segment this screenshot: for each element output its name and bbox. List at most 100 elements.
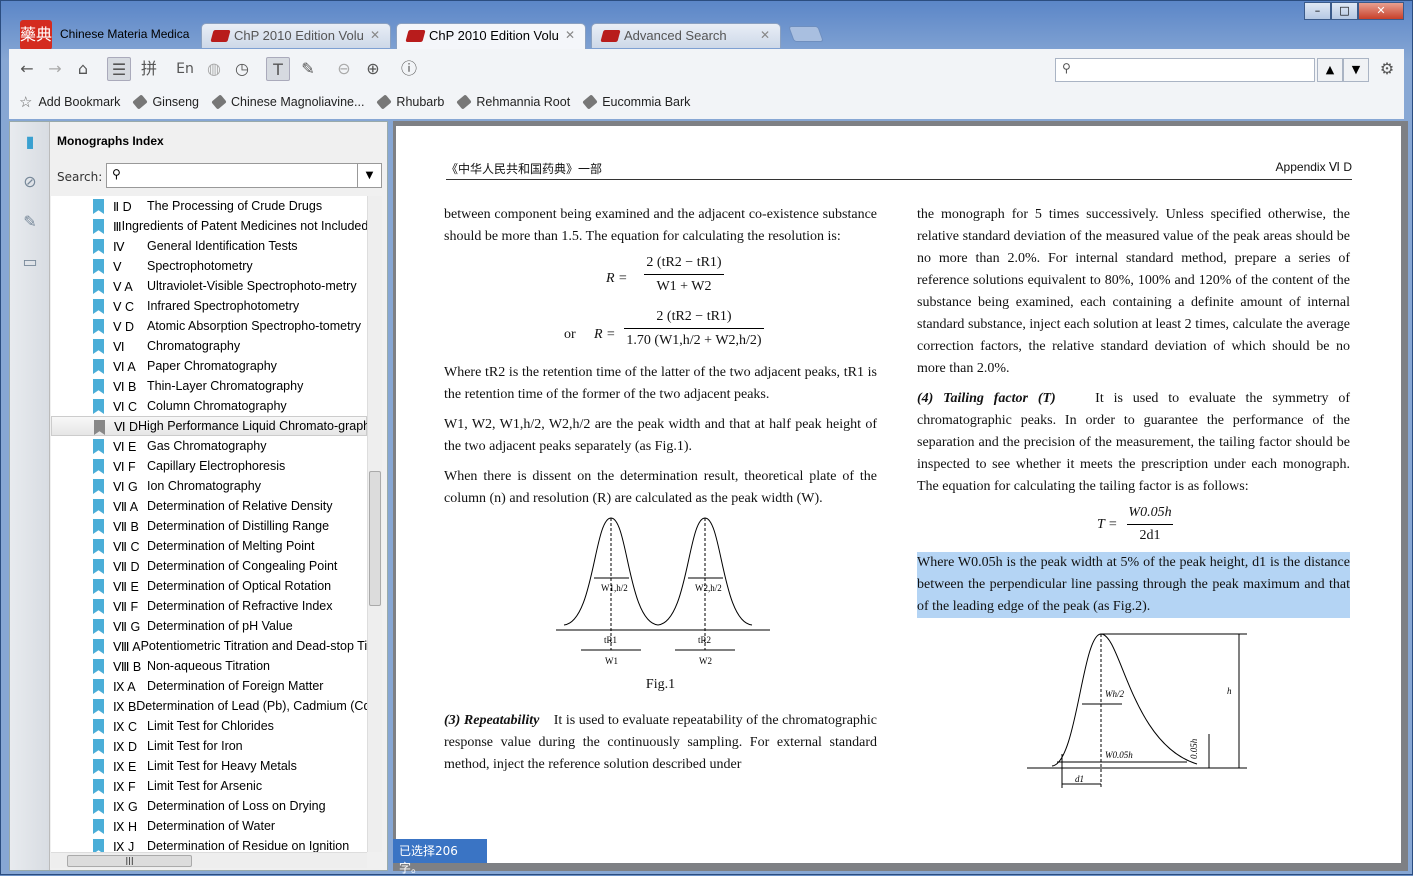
index-item[interactable]: Ⅵ C Column Chromatography (51, 396, 367, 416)
index-item[interactable]: Ⅶ C Determination of Melting Point (51, 536, 367, 556)
index-item[interactable]: Ⅵ D High Performance Liquid Chromato-grap… (51, 416, 367, 436)
index-item[interactable]: Ⅸ B Determination of Lead (Pb), Cadmium (… (51, 696, 367, 716)
item-label: Infrared Spectrophotometry (147, 299, 300, 313)
close-tab-icon[interactable]: ✕ (760, 28, 770, 42)
index-item[interactable]: Ⅸ A Determination of Foreign Matter (51, 676, 367, 696)
bookmark-ginseng[interactable]: Ginseng (132, 93, 199, 111)
index-item[interactable]: Ⅲ Ingredients of Patent Medicines not Inc… (51, 216, 367, 236)
index-item[interactable]: Ⅵ G Ion Chromatography (51, 476, 367, 496)
tailing-equation: T = W0.05h 2d1 (917, 498, 1350, 552)
index-item[interactable]: Ⅷ B Non-aqueous Titration (51, 656, 367, 676)
document-page: 《中华人民共和国药典》一部 Appendix Ⅵ D between compon… (396, 126, 1401, 863)
index-item[interactable]: Ⅴ D Atomic Absorption Spectropho-tometry (51, 316, 367, 336)
index-item[interactable]: Ⅳ General Identification Tests (51, 236, 367, 256)
index-item[interactable]: Ⅶ G Determination of pH Value (51, 616, 367, 636)
attachment-icon[interactable]: ⊘ (20, 172, 40, 192)
scroll-thumb[interactable] (369, 471, 381, 606)
fig2-label: 0.05h (1189, 738, 1199, 759)
comment-icon[interactable]: ▭ (20, 252, 40, 272)
index-item[interactable]: Ⅵ B Thin-Layer Chromatography (51, 376, 367, 396)
index-item[interactable]: Ⅶ D Determination of Congealing Point (51, 556, 367, 576)
tab-advanced-search[interactable]: Advanced Search ✕ (591, 23, 781, 48)
minimize-button[interactable]: – (1304, 2, 1331, 20)
index-item[interactable]: Ⅸ E Limit Test for Heavy Metals (51, 756, 367, 776)
item-code: Ⅸ F (113, 779, 136, 794)
index-item[interactable]: Ⅴ C Infrared Spectrophotometry (51, 296, 367, 316)
index-item[interactable]: Ⅸ C Limit Test for Chlorides (51, 716, 367, 736)
pinyin-icon[interactable]: 拼 (137, 57, 161, 81)
index-item[interactable]: Ⅵ E Gas Chromatography (51, 436, 367, 456)
section-heading: (4) Tailing factor (T) (917, 391, 1056, 406)
index-item[interactable]: Ⅸ G Determination of Loss on Drying (51, 796, 367, 816)
paragraph: When there is dissent on the determinati… (444, 469, 877, 506)
bookmark-eucommia[interactable]: Eucommia Bark (582, 93, 690, 111)
text-select-icon[interactable]: T (266, 57, 290, 81)
globe-icon[interactable]: ◍ (202, 57, 226, 81)
bookmark-icon (93, 219, 104, 234)
search-input[interactable]: ⚲ (1055, 58, 1315, 82)
index-item[interactable]: Ⅶ E Determination of Optical Rotation (51, 576, 367, 596)
scroll-thumb[interactable]: ||| (67, 855, 192, 867)
zoom-out-icon[interactable]: ⊖ (332, 57, 356, 81)
index-item[interactable]: Ⅴ Spectrophotometry (51, 256, 367, 276)
back-icon[interactable]: ← (15, 57, 39, 81)
index-item[interactable]: Ⅴ A Ultraviolet-Visible Spectrophoto-metr… (51, 276, 367, 296)
index-item[interactable]: Ⅵ Chromatography (51, 336, 367, 356)
history-icon[interactable]: ◷ (230, 57, 254, 81)
item-label: Chromatography (147, 339, 241, 353)
notes-icon[interactable]: ✎ (20, 212, 40, 232)
search-next-button[interactable]: ▼ (1343, 58, 1369, 82)
home-icon[interactable]: ⌂ (71, 57, 95, 81)
item-label: Determination of Optical Rotation (147, 579, 332, 593)
resolution-equations: R = 2 (tR2 − tR1) W1 + W2 or R = 2 (tR2 … (444, 248, 877, 358)
bookmark-magnoliavine[interactable]: Chinese Magnoliavine... (211, 93, 364, 111)
close-tab-icon[interactable]: ✕ (370, 28, 380, 42)
index-item[interactable]: Ⅶ F Determination of Refractive Index (51, 596, 367, 616)
fig1-label: W2,h/2 (695, 583, 722, 593)
index-item[interactable]: Ⅵ A Paper Chromatography (51, 356, 367, 376)
forward-icon[interactable]: → (43, 57, 67, 81)
fig2-label: h (1227, 686, 1232, 696)
index-item[interactable]: Ⅵ F Capillary Electrophoresis (51, 456, 367, 476)
index-item[interactable]: Ⅸ D Limit Test for Iron (51, 736, 367, 756)
add-bookmark-button[interactable]: ☆ Add Bookmark (19, 93, 120, 111)
index-item[interactable]: Ⅷ A Potentiometric Titration and Dead-sto… (51, 636, 367, 656)
maximize-button[interactable]: □ (1331, 2, 1358, 20)
index-item[interactable]: Ⅱ D The Processing of Crude Drugs (51, 196, 367, 216)
zoom-in-icon[interactable]: ⊕ (361, 57, 385, 81)
search-label: Search: (57, 170, 103, 184)
list-icon[interactable]: ☰ (107, 57, 131, 81)
page-header: 《中华人民共和国药典》一部 Appendix Ⅵ D (446, 160, 1352, 180)
new-tab-button[interactable] (788, 26, 824, 42)
bookmark-panel-icon[interactable]: ▮ (20, 132, 40, 152)
tab-chp-1[interactable]: ChP 2010 Edition Volu ✕ (201, 23, 391, 48)
index-search-input[interactable]: ⚲ ▼ (106, 163, 382, 188)
bookmark-icon (93, 799, 104, 814)
bookmark-icon (93, 459, 104, 474)
dropdown-chevron-icon[interactable]: ▼ (357, 164, 381, 187)
close-tab-icon[interactable]: ✕ (565, 28, 575, 42)
search-prev-button[interactable]: ▲ (1317, 58, 1343, 82)
item-code: Ⅵ F (113, 459, 136, 474)
close-window-button[interactable]: ✕ (1358, 2, 1404, 20)
index-item[interactable]: Ⅶ B Determination of Distilling Range (51, 516, 367, 536)
bookmark-icon (93, 479, 104, 494)
bookmark-label: Rehmannia Root (476, 95, 571, 109)
item-label: Limit Test for Heavy Metals (147, 759, 297, 773)
info-icon[interactable]: ⓘ (397, 57, 421, 81)
language-icon[interactable]: En (173, 57, 197, 81)
index-item[interactable]: Ⅸ H Determination of Water (51, 816, 367, 836)
paragraph: (3) Repeatability It is used to evaluate… (444, 710, 877, 776)
index-item[interactable]: Ⅸ J Determination of Residue on Ignition (51, 836, 367, 852)
index-item[interactable]: Ⅶ A Determination of Relative Density (51, 496, 367, 516)
tab-chp-2[interactable]: ChP 2010 Edition Volu ✕ (396, 23, 586, 50)
bookmark-icon (93, 739, 104, 754)
horizontal-scrollbar[interactable]: ||| (51, 852, 367, 868)
settings-gear-icon[interactable]: ⚙ (1375, 57, 1399, 81)
index-item[interactable]: Ⅸ F Limit Test for Arsenic (51, 776, 367, 796)
bookmark-rhubarb[interactable]: Rhubarb (376, 93, 444, 111)
bookmark-rehmannia[interactable]: Rehmannia Root (456, 93, 571, 111)
vertical-scrollbar[interactable] (367, 196, 382, 852)
selected-paragraph[interactable]: Where W0.05h is the peak width at 5% of … (917, 552, 1350, 618)
highlight-icon[interactable]: ✎ (296, 57, 320, 81)
